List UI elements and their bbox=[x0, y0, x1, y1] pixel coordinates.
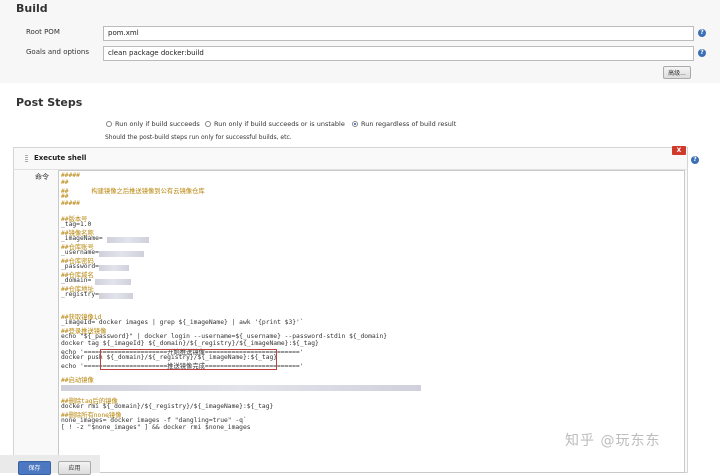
goals-options-input[interactable]: clean package docker:build bbox=[103, 46, 694, 61]
code-line: ## bbox=[61, 179, 69, 186]
post-steps-hint: Should the post-build steps run only for… bbox=[105, 134, 292, 141]
code-line: ##### bbox=[61, 200, 80, 207]
radio-run-regardless-label[interactable]: Run regardless of build result bbox=[361, 120, 456, 128]
build-section-background bbox=[0, 0, 720, 83]
code-line: _imageName= bbox=[61, 235, 103, 242]
highlight-box bbox=[100, 349, 277, 370]
root-pom-label: Root POM bbox=[26, 28, 60, 36]
root-pom-input[interactable]: pom.xml bbox=[103, 26, 694, 41]
code-line: _tag=1.0 bbox=[61, 221, 92, 228]
redacted-value bbox=[99, 293, 133, 299]
code-line: docker tag ${_imageId} ${_domain}/${_reg… bbox=[61, 340, 319, 347]
code-line: ##启动镜像 bbox=[61, 377, 94, 384]
code-line: _imageId=`docker images | grep ${_imageN… bbox=[61, 319, 304, 326]
redacted-command bbox=[61, 385, 421, 391]
goals-options-label: Goals and options bbox=[26, 48, 89, 56]
radio-run-regardless[interactable] bbox=[352, 121, 358, 127]
post-steps-title: Post Steps bbox=[16, 96, 83, 109]
execute-shell-header bbox=[13, 147, 688, 170]
help-icon[interactable]: ? bbox=[698, 29, 706, 37]
radio-run-if-succeeds-or-unstable-label[interactable]: Run only if build succeeds or is unstabl… bbox=[214, 120, 345, 128]
code-line: echo "${_password}" | docker login --use… bbox=[61, 333, 388, 340]
execute-shell-title: Execute shell bbox=[34, 154, 87, 162]
code-line: _password= bbox=[61, 263, 99, 270]
redacted-value bbox=[95, 279, 131, 285]
help-icon[interactable]: ? bbox=[698, 49, 706, 57]
delete-step-button[interactable]: X bbox=[672, 146, 686, 155]
drag-handle-icon[interactable] bbox=[25, 155, 28, 163]
code-line: _domain= bbox=[61, 277, 92, 284]
command-textarea[interactable]: ##### ## ## 构建镜像之后推送镜像到公有云镜像仓库 ## ##### … bbox=[58, 170, 685, 473]
code-line: ##### bbox=[61, 172, 80, 179]
build-section-title: Build bbox=[16, 2, 48, 15]
code-line: ## bbox=[61, 193, 69, 200]
redacted-value bbox=[107, 237, 149, 243]
command-label: 命令 bbox=[35, 173, 49, 181]
code-line: _registry= bbox=[61, 291, 99, 298]
radio-run-if-succeeds-or-unstable[interactable] bbox=[205, 121, 211, 127]
code-line: ## 构建镜像之后推送镜像到公有云镜像仓库 bbox=[61, 188, 205, 195]
advanced-button[interactable]: 高级... bbox=[663, 66, 691, 79]
redacted-value bbox=[99, 265, 129, 271]
help-icon[interactable]: ? bbox=[691, 156, 699, 164]
redacted-value bbox=[99, 251, 144, 257]
code-line: docker rmi ${_domain}/${_registry}/${_im… bbox=[61, 403, 274, 410]
radio-run-if-succeeds[interactable] bbox=[106, 121, 112, 127]
code-line: _username= bbox=[61, 249, 99, 256]
code-line: [ ! -z "$none_images" ] && docker rmi $n… bbox=[61, 424, 251, 431]
radio-run-if-succeeds-label[interactable]: Run only if build succeeds bbox=[115, 120, 200, 128]
code-line: none_images=`docker images -f "dangling=… bbox=[61, 417, 247, 424]
watermark: 知乎 @玩东东 bbox=[565, 433, 661, 449]
